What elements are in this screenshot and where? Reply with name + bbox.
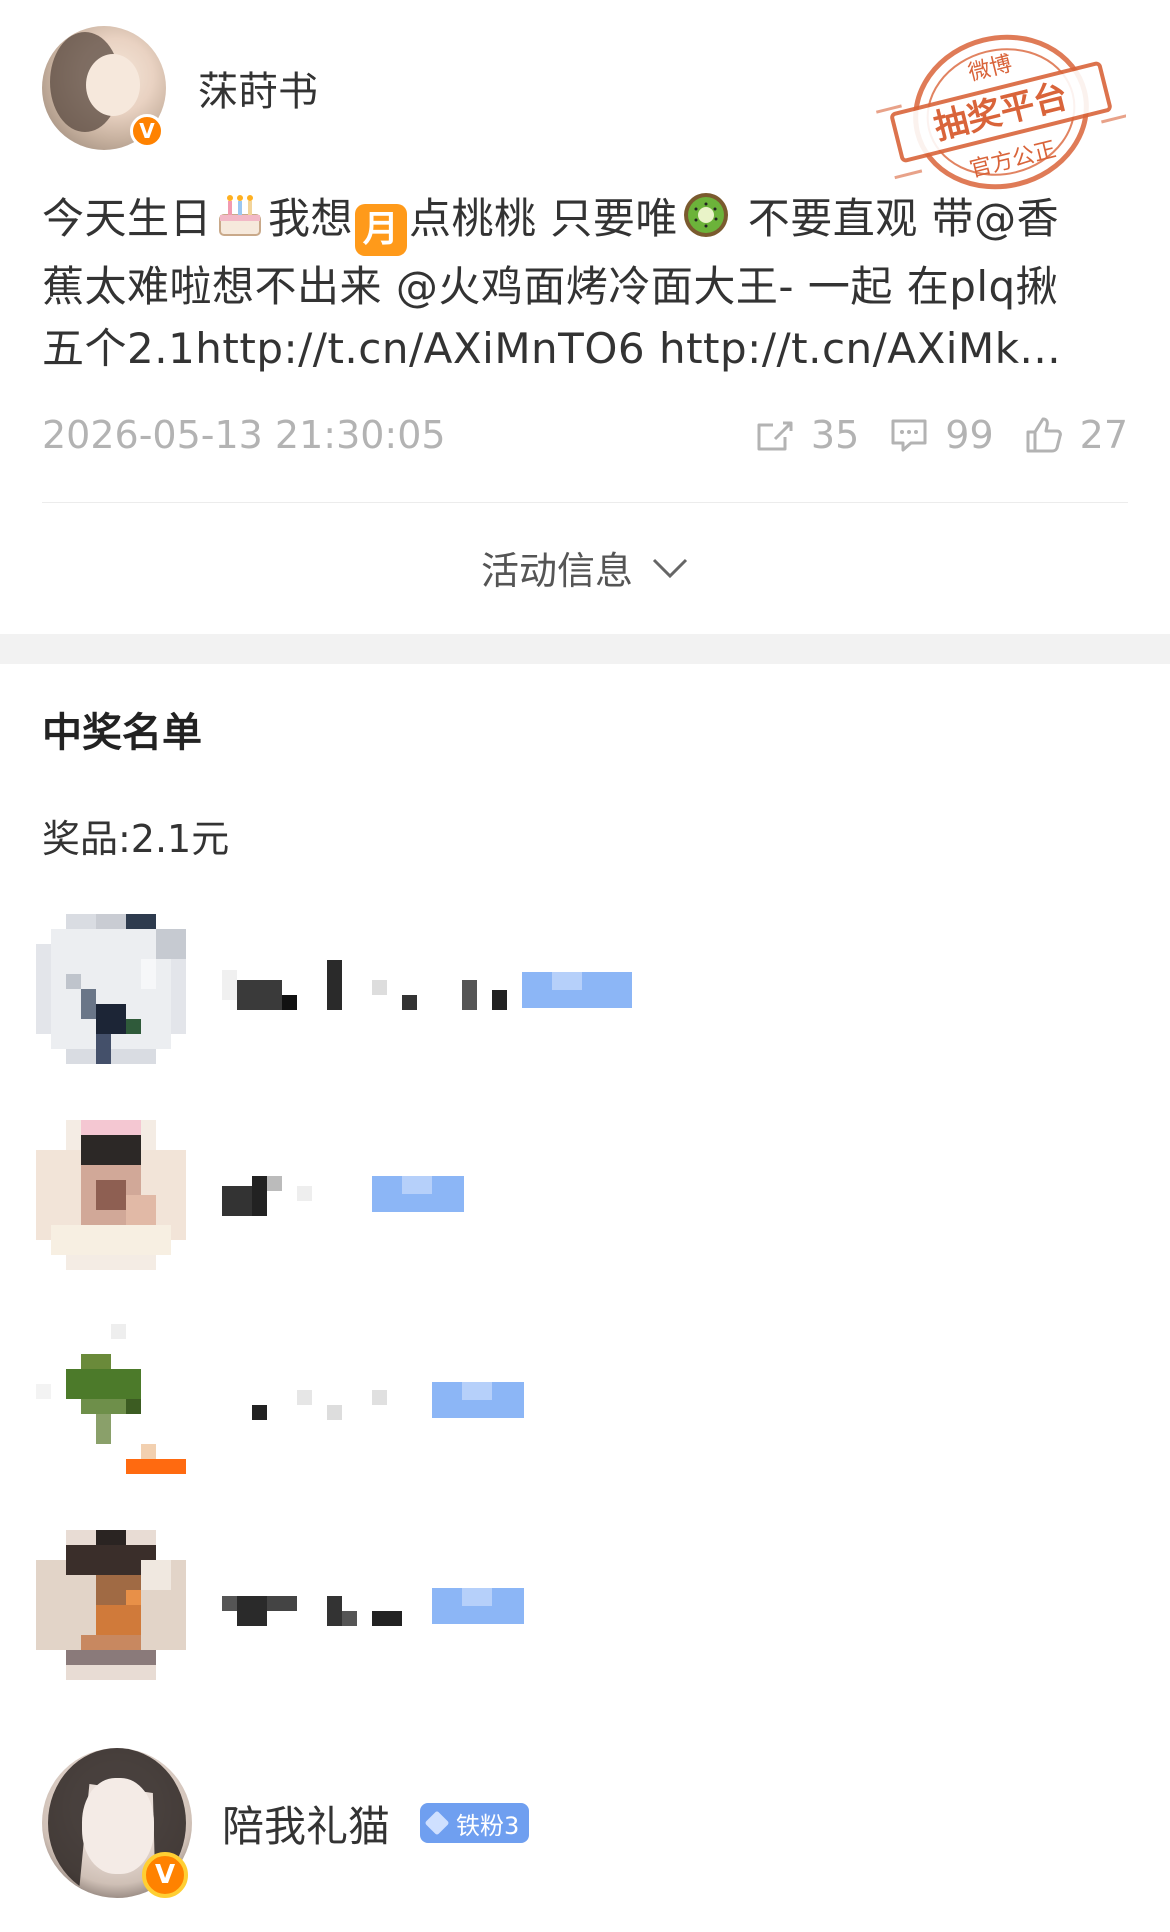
winner-avatar-pixelated[interactable] (36, 1120, 186, 1270)
thumbs-up-icon (1026, 417, 1062, 453)
repost-icon (757, 421, 793, 451)
kiwi-icon (680, 189, 732, 241)
post-text-segment: 五个2.1http://t.cn/AXiMnTO6 http://t.cn/AX… (42, 324, 1062, 373)
post-text-segment: 今天生日 (42, 194, 213, 243)
diamond-icon (424, 1810, 450, 1836)
winner-row[interactable] (36, 914, 1136, 1064)
post-timestamp: 2026-05-13 21:30:05 (42, 413, 446, 457)
winner-name-pixelated[interactable] (222, 1566, 742, 1646)
post-text-segment: 不要直观 带@香 (733, 194, 1060, 243)
divider (42, 502, 1128, 503)
winner-row[interactable] (36, 1120, 1136, 1270)
comment-icon (891, 419, 927, 452)
repost-button[interactable]: 35 (755, 413, 859, 457)
moon-char-icon: 月 (355, 204, 408, 256)
winner-row[interactable] (36, 1530, 1136, 1680)
verified-icon: V (142, 1852, 188, 1898)
winner-row[interactable] (36, 1324, 1136, 1474)
winner-name-pixelated[interactable] (222, 1360, 742, 1440)
winner-name-pixelated[interactable] (222, 950, 742, 1030)
winner-avatar-pixelated[interactable] (36, 1530, 186, 1680)
post-meta: 2026-05-13 21:30:05 35 99 27 (42, 410, 1128, 460)
post-author[interactable]: V 莯莳书 (42, 26, 318, 150)
winners-title: 中奖名单 (42, 710, 202, 756)
chevron-down-icon (652, 558, 688, 578)
prize-label: 奖品:2.1元 (42, 817, 230, 861)
like-button[interactable]: 27 (1024, 413, 1128, 457)
winner-name-pixelated[interactable] (222, 1156, 742, 1236)
post-text-segment: 蕉太难啦想不出来 @火鸡面烤冷面大王- 一起 在plq揪 (42, 262, 1059, 311)
like-count: 27 (1079, 413, 1128, 457)
fan-level-badge: 铁粉3 (420, 1803, 530, 1843)
commenter-avatar[interactable]: V (42, 1748, 192, 1898)
post-content[interactable]: 今天生日 我想月点桃桃 只要唯 不要直观 带@香 蕉太难啦想不出来 @火鸡面烤冷面… (42, 188, 1132, 380)
fan-level-label: 铁粉3 (456, 1811, 520, 1840)
commenter-name[interactable]: 陪我礼猫 (222, 1793, 390, 1854)
author-name[interactable]: 莯莳书 (198, 59, 318, 117)
activity-info-label: 活动信息 (480, 549, 633, 593)
activity-info-toggle[interactable]: 活动信息 (0, 540, 1170, 595)
winner-avatar-pixelated[interactable] (36, 1324, 186, 1474)
repost-count: 35 (810, 413, 860, 457)
birthday-cake-icon (214, 189, 266, 241)
section-separator (0, 634, 1170, 664)
winner-avatar-pixelated[interactable] (36, 914, 186, 1064)
author-avatar[interactable]: V (42, 26, 166, 150)
verified-icon: V (130, 114, 164, 148)
post-text-segment: 我想 (268, 194, 354, 243)
comment-author-row[interactable]: V 陪我礼猫 铁粉3 (42, 1748, 530, 1898)
post-text-segment: 点桃桃 只要唯 (409, 194, 678, 243)
lottery-stamp-icon: 微博 抽奖平台 官方公正 (876, 34, 1126, 190)
comment-count: 99 (945, 413, 994, 457)
comment-button[interactable]: 99 (889, 413, 994, 457)
